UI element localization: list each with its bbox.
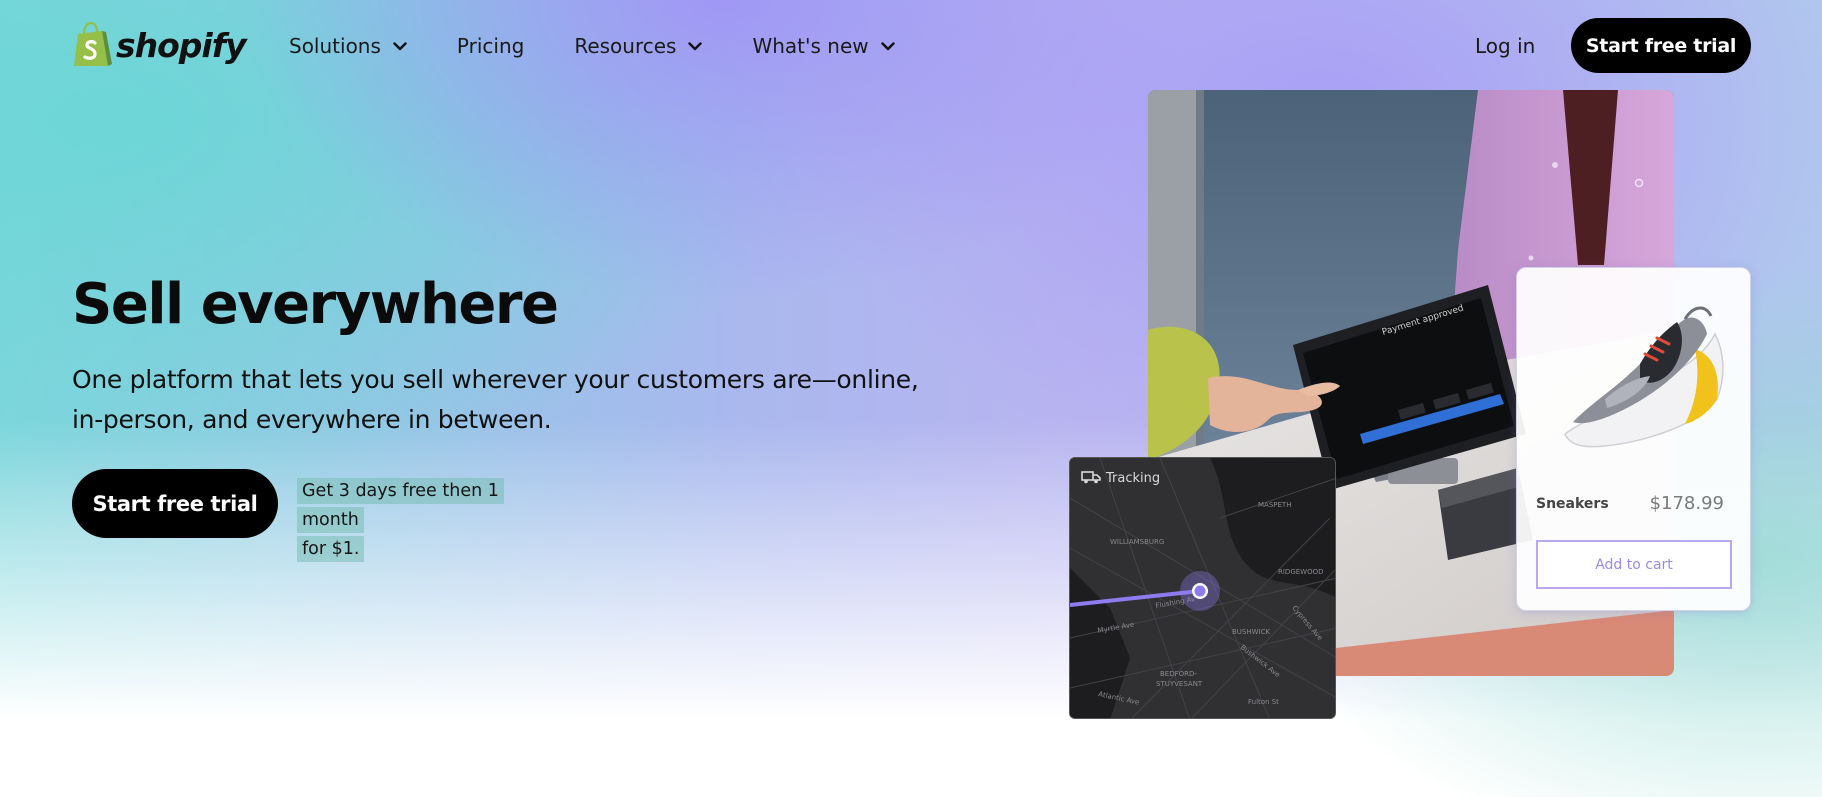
primary-nav: Solutions Pricing Resources What's new (289, 30, 945, 62)
tracking-label: Tracking (1106, 471, 1161, 486)
nav-whats-new[interactable]: What's new (752, 30, 895, 62)
nav-solutions-label: Solutions (289, 34, 381, 58)
chevron-down-icon (688, 41, 703, 50)
product-name: Sneakers (1536, 496, 1609, 512)
product-price: $178.99 (1649, 493, 1724, 514)
map-label: BUSHWICK (1232, 628, 1271, 636)
hero-start-trial-button[interactable]: Start free trial (72, 469, 278, 538)
trial-offer-note: Get 3 days free then 1 month for $1. (297, 477, 557, 564)
chevron-down-icon (880, 41, 895, 50)
map-label: WILLIAMSBURG (1110, 538, 1164, 546)
map-label: Fulton St (1248, 698, 1279, 706)
top-navigation: shopify Solutions Pricing Resources What… (0, 0, 1822, 92)
map-label: RIDGEWOOD (1278, 568, 1324, 576)
brand-wordmark: shopify (116, 25, 247, 65)
sneaker-image (1564, 306, 1724, 448)
nav-resources-label: Resources (574, 34, 677, 58)
hero-title: Sell everywhere (72, 272, 559, 337)
map-label: STUYVESANT (1156, 680, 1203, 688)
hero-subtitle: One platform that lets you sell wherever… (72, 365, 919, 434)
nav-solutions[interactable]: Solutions (289, 30, 407, 62)
truck-icon (1081, 471, 1101, 484)
offer-line-2: for $1. (297, 536, 365, 562)
map-label: BEDFORD- (1160, 670, 1197, 678)
nav-pricing-label: Pricing (456, 34, 525, 58)
offer-line-1: Get 3 days free then 1 month (297, 478, 504, 533)
product-card: Sneakers $178.99 Add to cart (1516, 267, 1751, 611)
map-label: MASPETH (1258, 501, 1291, 509)
tracking-map-card: WILLIAMSBURG MASPETH RIDGEWOOD BUSHWICK … (1069, 457, 1336, 719)
nav-whats-new-label: What's new (752, 34, 869, 58)
shopify-bag-icon (74, 22, 112, 66)
login-link[interactable]: Log in (1475, 34, 1535, 58)
add-to-cart-button[interactable]: Add to cart (1536, 540, 1732, 589)
nav-pricing[interactable]: Pricing (457, 30, 524, 62)
shopify-logo[interactable]: shopify (72, 22, 247, 68)
nav-start-trial-button[interactable]: Start free trial (1571, 18, 1751, 73)
chevron-down-icon (393, 41, 407, 50)
map-illustration: WILLIAMSBURG MASPETH RIDGEWOOD BUSHWICK … (1070, 458, 1335, 718)
nav-resources[interactable]: Resources (574, 30, 703, 62)
